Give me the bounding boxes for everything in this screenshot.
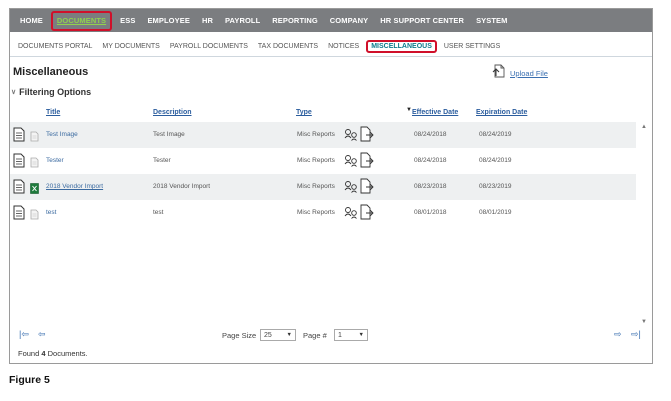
document-icon[interactable] xyxy=(13,179,25,199)
tab-user-settings[interactable]: USER SETTINGS xyxy=(439,43,505,50)
page-number-value: 1 xyxy=(338,331,342,339)
document-icon[interactable] xyxy=(13,205,25,225)
app-frame: HOME DOCUMENTS ESS EMPLOYEE HR PAYROLL R… xyxy=(9,8,653,364)
row-title[interactable]: Tester xyxy=(46,157,64,164)
table-row[interactable]: 2018 Vendor Import 2018 Vendor Import Mi… xyxy=(10,174,636,200)
row-description: Tester xyxy=(153,157,171,164)
filtering-options-label: Filtering Options xyxy=(19,87,92,97)
top-nav-payroll[interactable]: PAYROLL xyxy=(219,9,266,32)
column-expiration-date[interactable]: Expiration Date xyxy=(476,109,527,116)
row-expiration-date: 08/01/2019 xyxy=(479,209,512,216)
column-title[interactable]: Title xyxy=(46,109,60,116)
document-icon[interactable] xyxy=(13,127,25,147)
top-nav-hr-support-center[interactable]: HR SUPPORT CENTER xyxy=(374,9,470,32)
row-description: 2018 Vendor Import xyxy=(153,183,211,190)
top-nav-home[interactable]: HOME xyxy=(14,9,49,32)
column-type[interactable]: Type xyxy=(296,109,312,116)
row-title[interactable]: Test Image xyxy=(46,131,78,138)
found-prefix: Found xyxy=(18,349,42,358)
table-row[interactable]: Test Image Test Image Misc Reports 08/24… xyxy=(10,122,636,148)
row-type: Misc Reports xyxy=(297,131,335,138)
tab-miscellaneous[interactable]: MISCELLANEOUS xyxy=(366,40,437,53)
send-document-icon[interactable] xyxy=(360,126,374,147)
dropdown-arrow-icon: ▼ xyxy=(358,332,364,338)
page-number-label: Page # xyxy=(303,331,327,340)
chevron-down-icon: ∨ xyxy=(11,89,17,96)
top-nav-reporting[interactable]: REPORTING xyxy=(266,9,324,32)
page-size-value: 25 xyxy=(264,331,272,339)
page-number-select[interactable]: 1 ▼ xyxy=(334,329,368,341)
file-icon xyxy=(30,129,39,147)
upload-icon xyxy=(492,64,506,83)
column-description[interactable]: Description xyxy=(153,109,192,116)
file-icon xyxy=(30,207,39,225)
row-expiration-date: 08/23/2019 xyxy=(479,183,512,190)
row-expiration-date: 08/24/2019 xyxy=(479,157,512,164)
tab-payroll-documents[interactable]: PAYROLL DOCUMENTS xyxy=(165,43,253,50)
row-effective-date: 08/01/2018 xyxy=(414,209,447,216)
file-icon xyxy=(30,155,39,173)
top-nav: HOME DOCUMENTS ESS EMPLOYEE HR PAYROLL R… xyxy=(10,9,652,32)
page-size-select[interactable]: 25 ▼ xyxy=(260,329,296,341)
row-type: Misc Reports xyxy=(297,183,335,190)
column-effective-date[interactable]: Effective Date xyxy=(412,109,458,116)
top-nav-system[interactable]: SYSTEM xyxy=(470,9,513,32)
document-icon[interactable] xyxy=(13,153,25,173)
table-header: Title Description Type ▼ Effective Date … xyxy=(10,107,652,121)
row-effective-date: 08/24/2018 xyxy=(414,157,447,164)
table-row[interactable]: test test Misc Reports 08/01/2018 08/01/… xyxy=(10,200,636,226)
found-suffix: Documents. xyxy=(45,349,88,358)
excel-icon xyxy=(30,181,39,199)
share-users-icon[interactable] xyxy=(344,206,359,224)
row-expiration-date: 08/24/2019 xyxy=(479,131,512,138)
top-nav-employee[interactable]: EMPLOYEE xyxy=(141,9,195,32)
tab-my-documents[interactable]: MY DOCUMENTS xyxy=(97,43,164,50)
next-page-icon[interactable]: ⇨ xyxy=(614,329,622,340)
tab-tax-documents[interactable]: TAX DOCUMENTS xyxy=(253,43,323,50)
top-nav-company[interactable]: COMPANY xyxy=(324,9,374,32)
send-document-icon[interactable] xyxy=(360,204,374,225)
dropdown-arrow-icon: ▼ xyxy=(286,332,292,338)
row-description: test xyxy=(153,209,164,216)
tab-documents-portal[interactable]: DOCUMENTS PORTAL xyxy=(13,43,97,50)
first-page-icon[interactable]: |⇦ xyxy=(19,329,29,340)
row-type: Misc Reports xyxy=(297,157,335,164)
page-size-label: Page Size xyxy=(222,331,257,340)
tab-notices[interactable]: NOTICES xyxy=(323,43,364,50)
row-title[interactable]: test xyxy=(46,209,56,216)
pager: |⇦ ⇦ Page Size 25 ▼ Page # 1 ▼ ⇨ ⇨| xyxy=(10,327,652,345)
documents-table: Test Image Test Image Misc Reports 08/24… xyxy=(10,122,636,226)
table-scrollbar[interactable]: ▲ ▼ xyxy=(638,122,650,327)
previous-page-icon[interactable]: ⇦ xyxy=(38,329,46,340)
filtering-options-toggle[interactable]: ∨ Filtering Options xyxy=(11,87,91,97)
share-users-icon[interactable] xyxy=(344,180,359,198)
upload-file-button[interactable]: Upload File xyxy=(492,64,548,83)
sub-nav: DOCUMENTS PORTAL MY DOCUMENTS PAYROLL DO… xyxy=(10,37,652,57)
row-type: Misc Reports xyxy=(297,209,335,216)
row-effective-date: 08/24/2018 xyxy=(414,131,447,138)
share-users-icon[interactable] xyxy=(344,154,359,172)
send-document-icon[interactable] xyxy=(360,152,374,173)
page-title: Miscellaneous xyxy=(13,66,89,78)
share-users-icon[interactable] xyxy=(344,128,359,146)
row-description: Test Image xyxy=(153,131,185,138)
send-document-icon[interactable] xyxy=(360,178,374,199)
scroll-down-icon[interactable]: ▼ xyxy=(641,319,647,325)
row-effective-date: 08/23/2018 xyxy=(414,183,447,190)
found-count-text: Found 4 Documents. xyxy=(18,349,88,358)
row-title[interactable]: 2018 Vendor Import xyxy=(46,183,103,190)
upload-file-label: Upload File xyxy=(510,69,548,78)
top-nav-ess[interactable]: ESS xyxy=(114,9,141,32)
top-nav-documents[interactable]: DOCUMENTS xyxy=(50,10,113,31)
last-page-icon[interactable]: ⇨| xyxy=(631,329,641,340)
top-nav-hr[interactable]: HR xyxy=(196,9,219,32)
table-row[interactable]: Tester Tester Misc Reports 08/24/2018 08… xyxy=(10,148,636,174)
figure-caption: Figure 5 xyxy=(9,374,50,386)
scroll-up-icon[interactable]: ▲ xyxy=(641,124,647,130)
